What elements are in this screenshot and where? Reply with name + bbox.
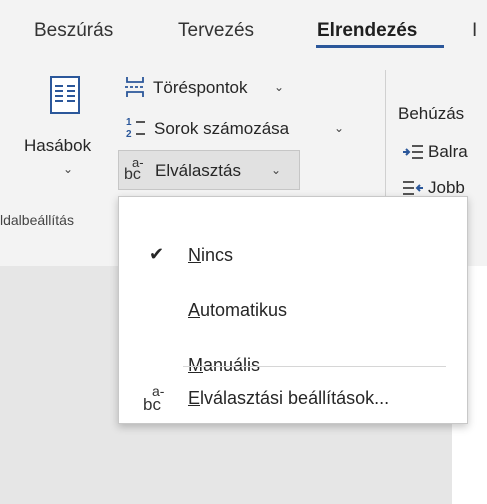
columns-label: Hasábok [24, 136, 92, 155]
hyphenation-icon: a- bc [124, 155, 144, 183]
tab-insert[interactable]: Beszúrás [34, 20, 113, 42]
line-numbers-icon: 1 2 [126, 117, 145, 139]
columns-button[interactable]: Hasábok ⌄ [14, 70, 110, 186]
columns-icon [50, 76, 80, 114]
hyphenation-label: Elválasztás [155, 161, 241, 180]
tab-design[interactable]: Tervezés [178, 20, 254, 42]
menu-item-hyphenation-options[interactable]: a- bc Elválasztási beállítások... [119, 378, 467, 422]
chevron-down-icon: ⌄ [274, 80, 285, 94]
group-label: ldalbeállítás [0, 212, 74, 228]
menu-separator [183, 366, 446, 367]
menu-item-automatic[interactable]: Automatikus [119, 287, 467, 333]
menu-item-label: Nincs [188, 245, 234, 265]
indent-label: Behúzás [398, 104, 465, 123]
line-numbers-label: Sorok számozása [154, 119, 290, 138]
indent-right-label: Jobb [428, 178, 465, 197]
hyphenation-button[interactable]: a- bc Elválasztás ⌄ [118, 150, 300, 190]
tab-next[interactable]: I [472, 20, 477, 42]
svg-text:2: 2 [126, 129, 132, 139]
chevron-down-icon: ⌄ [271, 163, 282, 177]
menu-item-label: Automatikus [188, 300, 288, 320]
indent-left-icon [403, 145, 423, 159]
line-numbers-button[interactable]: 1 2 Sorok számozása ⌄ [120, 114, 360, 142]
indent-left-label: Balra [428, 142, 468, 161]
tab-layout[interactable]: Elrendezés [317, 20, 417, 42]
active-tab-indicator [316, 45, 444, 48]
chevron-down-icon: ⌄ [63, 162, 74, 176]
svg-text:1: 1 [126, 117, 132, 128]
breaks-button[interactable]: Töréspontok ⌄ [120, 74, 305, 102]
hyphenation-icon: a- bc [143, 383, 165, 414]
indent-left-field[interactable]: Balra [400, 140, 487, 166]
check-icon: ✔ [149, 244, 165, 264]
menu-item-none[interactable]: ✔ Nincs [119, 232, 467, 278]
menu-item-label: Elválasztási beállítások... [188, 388, 390, 408]
chevron-down-icon: ⌄ [334, 121, 345, 135]
breaks-icon [125, 77, 145, 97]
breaks-label: Töréspontok [153, 78, 248, 97]
